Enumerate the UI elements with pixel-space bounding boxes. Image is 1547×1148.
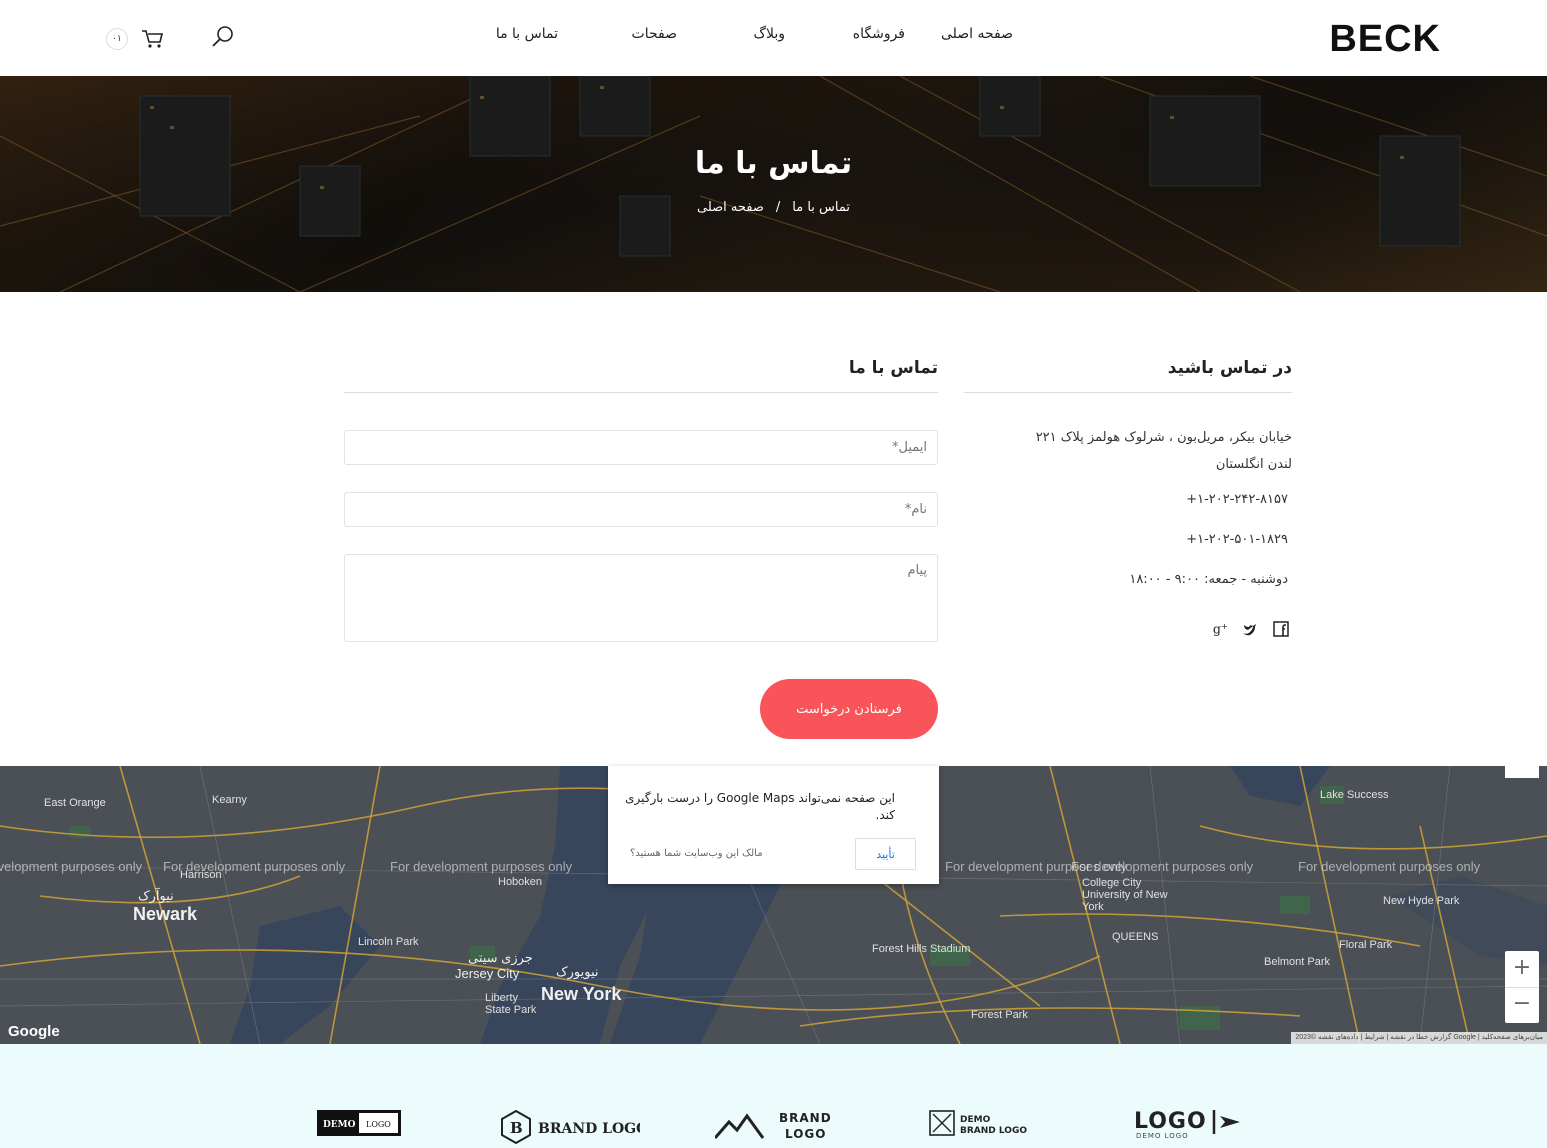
city-skyline-image [0, 76, 1547, 292]
brand-logo-4[interactable]: DEMO BRAND LOGO [929, 1110, 1039, 1138]
breadcrumb-home[interactable]: صفحه اصلی [697, 200, 764, 215]
brand-logo-5-tagline: DEMO LOGO [1136, 1132, 1189, 1140]
brand-logo-5[interactable]: LOGO DEMO LOGO [1134, 1106, 1244, 1140]
phone-number-2: +۱-۲۰۲-۵۰۱-۱۸۲۹ [1186, 532, 1288, 547]
map-label-jersey-city-fa: جرزی سیتی [468, 950, 533, 965]
name-field[interactable] [344, 492, 938, 527]
search-icon[interactable] [210, 24, 236, 50]
address: خیابان بیکر، مریل‌بون ، شرلوک هولمز پلاک… [992, 424, 1292, 478]
ok-button[interactable]: تأیید [855, 838, 916, 870]
brand-logo-1-part-2: LOGO [366, 1120, 391, 1129]
map-label-floral-park: Floral Park [1339, 939, 1393, 951]
site-logo[interactable]: BECK [1329, 18, 1441, 61]
page: BECK صفحه اصلی فروشگاه وبلاگ صفحات تماس … [0, 0, 1547, 1148]
cart-count-badge: ۰۱ [106, 28, 128, 50]
map-label-forest-hills: Forest Hills Stadium [872, 943, 971, 955]
google-plus-icon[interactable]: g + [1212, 620, 1230, 638]
map-error-message: این صفحه نمی‌تواند Google Maps را درست ب… [625, 791, 895, 822]
facebook-icon[interactable] [1272, 620, 1290, 638]
dev-watermark: For development purposes only [390, 859, 573, 874]
brand-logo-3[interactable]: BRAND LOGO [715, 1108, 835, 1144]
map-label-new-york: New York [541, 984, 622, 1004]
svg-text:B: B [510, 1119, 523, 1137]
map-label-hoboken: Hoboken [498, 876, 543, 888]
dev-watermark: For development purposes only [163, 859, 346, 874]
breadcrumb: تماس با ما / صفحه اصلی [0, 200, 1547, 215]
message-field[interactable] [344, 554, 938, 642]
email-field[interactable] [344, 430, 938, 465]
zoom-out-button[interactable]: − [1505, 987, 1539, 1023]
map-label-kearny: Kearny [212, 794, 247, 806]
brand-logo-3-part-2: LOGO [785, 1127, 826, 1141]
phone-number-1: +۱-۲۰۲-۲۴۲-۸۱۵۷ [1186, 492, 1288, 507]
map-label-newark-fa: نیوآرک [138, 888, 174, 903]
zoom-in-button[interactable]: + [1505, 951, 1539, 987]
page-title: تماس با ما [694, 146, 853, 181]
site-owner-link[interactable]: مالک این وب‌سایت شما هستید؟ [630, 848, 763, 859]
brand-logo-2[interactable]: B BRAND LOGO [500, 1110, 640, 1144]
dev-watermark: For development purposes only [1071, 859, 1254, 874]
brand-logo-5-text: LOGO [1134, 1109, 1207, 1134]
dev-watermark: For development purposes only [1298, 859, 1481, 874]
map-label-college-city: College City University of New York [1082, 877, 1168, 913]
nav-home[interactable]: صفحه اصلی [941, 26, 1013, 42]
brand-logo-1-part-1: DEMO [323, 1120, 356, 1130]
working-hours: دوشنبه - جمعه: ۹:۰۰ - ۱۸:۰۰ [1129, 572, 1288, 587]
breadcrumb-current: تماس با ما [792, 200, 851, 215]
map-label-east-orange: East Orange [44, 797, 106, 809]
divider [964, 392, 1292, 393]
map-attribution[interactable]: گزارش خطا در نقشه | شرایط | داده‌های نقش… [1291, 1032, 1547, 1044]
map-error-dialog: این صفحه نمی‌تواند Google Maps را درست ب… [608, 766, 939, 884]
map-label-belmont-park: Belmont Park [1264, 956, 1331, 968]
divider [344, 392, 938, 393]
breadcrumb-separator: / [775, 200, 781, 215]
google-logo: Google [8, 1023, 60, 1040]
brand-logo-2-text: BRAND LOGO [538, 1121, 640, 1137]
nav-pages[interactable]: صفحات [632, 26, 677, 42]
address-line-1: خیابان بیکر، مریل‌بون ، شرلوک هولمز پلاک… [1035, 430, 1292, 445]
address-line-2: لندن انگلستان [1215, 457, 1292, 472]
brand-logo-1[interactable]: DEMO LOGO [317, 1110, 401, 1136]
cart-icon[interactable] [140, 28, 164, 50]
fullscreen-button[interactable] [1505, 766, 1539, 778]
brand-logo-4-part-2: BRAND LOGO [960, 1126, 1027, 1136]
map-label-liberty-park: Liberty State Park [485, 992, 537, 1016]
brand-logos-strip: DEMO LOGO B BRAND LOGO BRAND LOGO DEMO B… [0, 1044, 1547, 1148]
brand-logo-4-part-1: DEMO [960, 1115, 991, 1125]
hero-banner: تماس با ما تماس با ما / صفحه اصلی [0, 76, 1547, 292]
map-label-queens: QUEENS [1112, 931, 1159, 943]
map-label-new-york-fa: نیویورک [556, 964, 599, 979]
contact-info-title: در تماس باشید [1167, 358, 1292, 378]
nav-shop[interactable]: فروشگاه [853, 26, 905, 42]
map-label-lake-success: Lake Success [1320, 789, 1389, 801]
twitter-icon[interactable] [1241, 620, 1259, 638]
svg-text:g: g [1213, 622, 1221, 637]
map-label-forest-park: Forest Park [971, 1009, 1028, 1021]
map-label-newark: Newark [133, 904, 198, 924]
map-label-new-hyde-park: New Hyde Park [1383, 895, 1460, 907]
map-label-lincoln-park: Lincoln Park [358, 936, 419, 948]
brand-logo-3-part-1: BRAND [779, 1111, 832, 1125]
contact-form-title: تماس با ما [848, 358, 938, 378]
nav-contact[interactable]: تماس با ما [496, 26, 558, 42]
nav-blog[interactable]: وبلاگ [753, 26, 785, 42]
site-header: BECK صفحه اصلی فروشگاه وبلاگ صفحات تماس … [0, 0, 1547, 76]
map-label-jersey-city: Jersey City [455, 966, 520, 981]
send-request-button[interactable]: فرستادن درخواست [760, 679, 938, 739]
svg-text:+: + [1221, 621, 1228, 631]
dev-watermark: For development purposes only [0, 859, 143, 874]
